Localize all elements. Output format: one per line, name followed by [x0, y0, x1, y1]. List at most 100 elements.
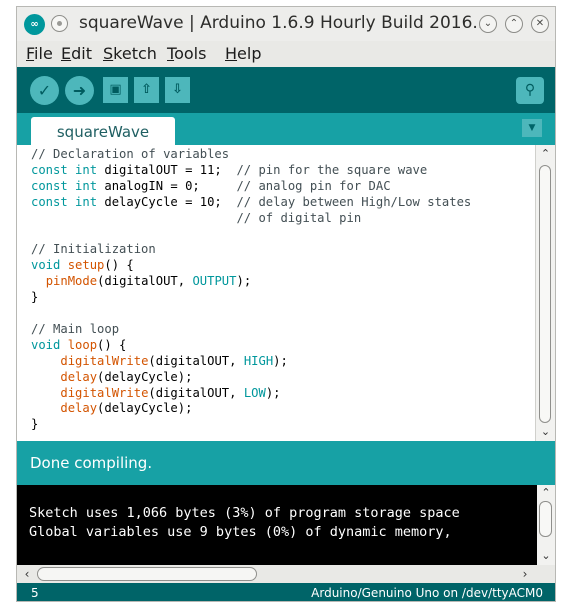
console-horizontal-scrollbar[interactable]: ‹ › — [17, 565, 555, 583]
code-token: (digitalOUT, — [148, 385, 244, 400]
code-token: LOW — [243, 385, 266, 400]
scroll-left-arrow-icon[interactable]: ‹ — [19, 566, 35, 582]
scroll-up-arrow-icon[interactable]: ⌃ — [538, 147, 553, 161]
board-info: Arduino/Genuino Uno on /dev/ttyACM0 — [311, 586, 543, 600]
editor-vertical-scrollbar[interactable]: ⌃ ⌄ — [535, 145, 555, 441]
code-token: // pin for the square wave — [236, 162, 428, 177]
scrollbar-thumb[interactable] — [539, 165, 551, 423]
code-token: // of digital pin — [31, 210, 362, 225]
code-editor[interactable]: // Declaration of variables const int dig… — [17, 145, 555, 441]
menu-file[interactable]: File — [26, 44, 53, 63]
verify-button[interactable]: ✓ — [30, 76, 59, 105]
scroll-right-arrow-icon[interactable]: › — [517, 566, 533, 582]
verify-icon: ✓ — [37, 81, 52, 100]
tab-menu-button[interactable]: ▼ — [522, 119, 542, 137]
code-line: // Initialization — [31, 242, 156, 256]
chevron-down-icon: ⌄ — [483, 18, 493, 29]
code-token: delayCycle = 10; — [104, 194, 237, 209]
code-token: () { — [97, 337, 127, 352]
footer-bar: 5 Arduino/Genuino Uno on /dev/ttyACM0 — [17, 583, 555, 601]
serial-monitor-button[interactable]: ⚲ — [516, 77, 544, 104]
chevron-up-icon: ⌃ — [509, 18, 519, 29]
code-line: digitalWrite(digitalOUT, HIGH); — [31, 354, 288, 368]
code-line: const int delayCycle = 10; // delay betw… — [31, 195, 471, 209]
code-token: // Initialization — [31, 242, 156, 257]
code-token: pinMode — [45, 274, 98, 289]
code-line: const int digitalOUT = 11; // pin for th… — [31, 163, 427, 177]
code-token: ); — [236, 274, 252, 289]
code-token: digitalWrite — [60, 385, 149, 400]
code-token: delay — [60, 369, 98, 384]
serial-monitor-icon: ⚲ — [524, 82, 536, 98]
menu-bar: File Edit Sketch Tools Help — [17, 41, 555, 67]
arduino-logo-icon: ∞ — [24, 14, 45, 35]
code-line: digitalWrite(digitalOUT, LOW); — [31, 385, 281, 400]
console-vertical-scrollbar[interactable]: ⌃ ⌄ — [537, 485, 555, 565]
menu-sketch[interactable]: Sketch — [103, 44, 157, 63]
menu-tools[interactable]: Tools — [167, 44, 206, 63]
code-line: delay(delayCycle); — [31, 370, 192, 384]
maximize-button[interactable]: ⌃ — [505, 15, 523, 33]
tab-squarewave[interactable]: squareWave — [31, 117, 175, 145]
code-token: (delayCycle); — [97, 369, 193, 384]
upload-button[interactable]: ➜ — [65, 76, 94, 105]
toolbar: ✓ ➜ ▣ ⇧ ⇩ ⚲ — [17, 67, 555, 113]
code-token: (delayCycle); — [97, 401, 193, 416]
window-title: squareWave | Arduino 1.6.9 Hourly Build … — [79, 13, 489, 33]
code-line: pinMode(digitalOUT, OUTPUT); — [31, 274, 251, 288]
code-area[interactable]: // Declaration of variables const int dig… — [17, 145, 535, 441]
code-token: OUTPUT — [192, 274, 237, 289]
code-token: // Declaration of variables — [31, 147, 230, 161]
scrollbar-thumb[interactable] — [539, 501, 552, 537]
menu-edit[interactable]: Edit — [61, 44, 92, 63]
window-menu-icon[interactable] — [51, 15, 68, 32]
code-token: (digitalOUT, — [97, 274, 193, 289]
code-line: } — [31, 290, 38, 304]
open-icon: ⇧ — [141, 82, 152, 97]
console-output: Sketch uses 1,066 bytes (3%) of program … — [17, 485, 555, 565]
code-token: } — [31, 417, 39, 432]
code-token: void — [31, 337, 68, 352]
save-button[interactable]: ⇩ — [165, 77, 190, 103]
scrollbar-thumb[interactable] — [37, 567, 257, 581]
code-token: HIGH — [243, 353, 274, 368]
status-message: Done compiling. — [30, 454, 153, 472]
console-line: Sketch uses 1,066 bytes (3%) of program … — [29, 505, 460, 521]
save-icon: ⇩ — [172, 82, 183, 97]
console-line: Global variables use 9 bytes (0%) of dyn… — [29, 524, 452, 540]
tab-bar: squareWave ▼ — [17, 113, 555, 145]
status-bar: Done compiling. — [17, 441, 555, 485]
code-token: delay — [60, 401, 98, 416]
close-icon: ✕ — [535, 18, 545, 29]
line-number: 5 — [31, 586, 39, 600]
code-token: ); — [265, 385, 281, 400]
code-line: // Declaration of variables — [31, 147, 229, 161]
scroll-up-arrow-icon[interactable]: ⌃ — [539, 486, 553, 500]
code-token: setup — [67, 258, 105, 273]
scroll-down-arrow-icon[interactable]: ⌄ — [538, 425, 553, 439]
new-button[interactable]: ▣ — [103, 77, 128, 103]
code-line: const int analogIN = 0; // analog pin fo… — [31, 179, 391, 193]
code-token: digitalOUT = 11; — [104, 162, 237, 177]
code-token: const int — [31, 194, 105, 209]
code-token: // delay between High/Low states — [236, 194, 472, 209]
code-token: (digitalOUT, — [148, 353, 244, 368]
minimize-button[interactable]: ⌄ — [479, 15, 497, 33]
menu-help[interactable]: Help — [225, 44, 261, 63]
code-token: () { — [104, 258, 134, 273]
code-token: analogIN = 0; — [104, 178, 237, 193]
new-icon: ▣ — [109, 82, 122, 97]
code-line: } — [31, 417, 38, 431]
upload-icon: ➜ — [72, 81, 87, 100]
close-button[interactable]: ✕ — [531, 15, 549, 33]
code-token: const int — [31, 162, 105, 177]
open-button[interactable]: ⇧ — [134, 77, 159, 103]
code-token: void — [31, 258, 68, 273]
code-token: digitalWrite — [60, 353, 149, 368]
code-token: const int — [31, 178, 105, 193]
title-bar: ∞ squareWave | Arduino 1.6.9 Hourly Buil… — [17, 7, 555, 41]
scroll-down-arrow-icon[interactable]: ⌄ — [539, 549, 553, 563]
